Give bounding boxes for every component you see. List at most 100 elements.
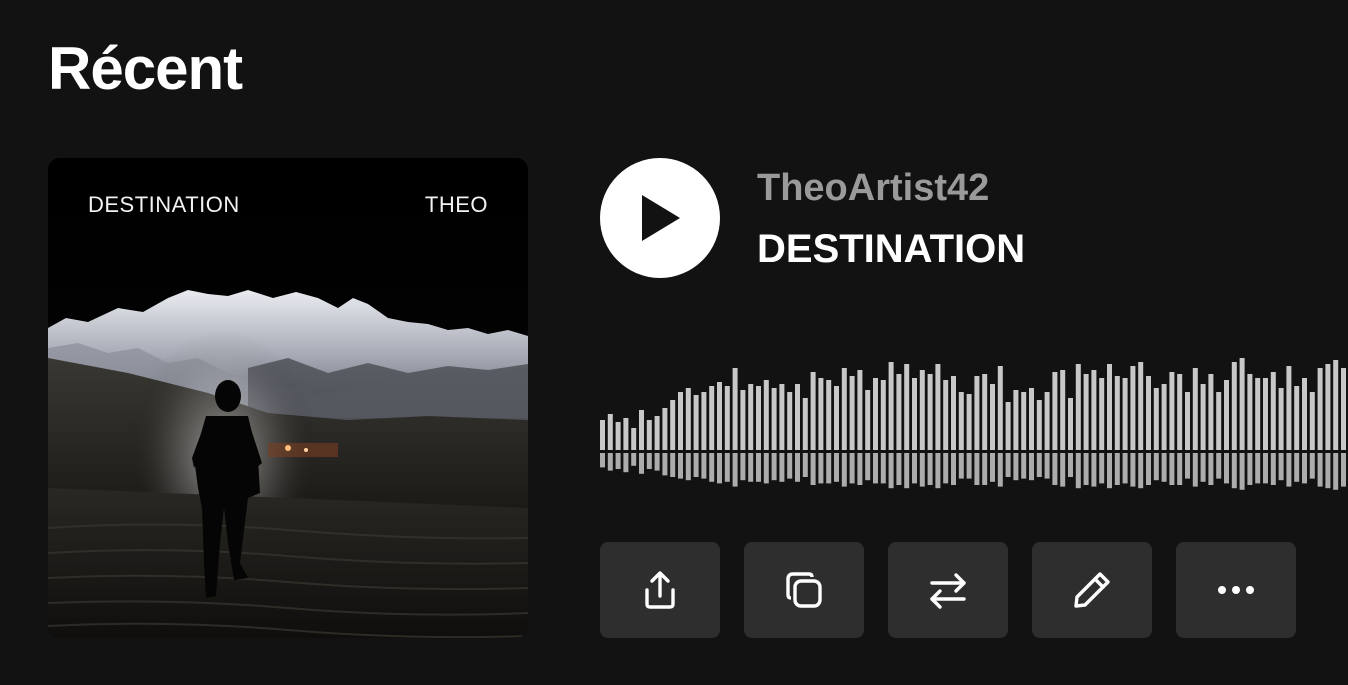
waveform-bar-bottom bbox=[1122, 453, 1128, 484]
waveform-bar-bottom bbox=[1231, 453, 1237, 489]
artist-name[interactable]: TheoArtist42 bbox=[757, 166, 989, 210]
waveform-bar-bottom bbox=[1114, 453, 1120, 485]
waveform-bar-top bbox=[974, 376, 980, 450]
edit-button[interactable] bbox=[1032, 542, 1152, 638]
waveform-bar-bottom bbox=[974, 453, 980, 485]
waveform-bar-top bbox=[1325, 364, 1331, 450]
waveform-bar-bottom bbox=[1161, 453, 1167, 482]
action-bar bbox=[600, 542, 1296, 638]
waveform-bar-bottom bbox=[685, 453, 691, 481]
waveform-bar-top bbox=[880, 380, 886, 450]
waveform-bar-top bbox=[1231, 362, 1237, 450]
waveform-bar-top bbox=[1192, 368, 1198, 450]
waveform-bar-top bbox=[943, 380, 949, 450]
waveform-bar-top bbox=[1153, 388, 1159, 450]
waveform-bar-top bbox=[982, 374, 988, 450]
duplicate-button[interactable] bbox=[744, 542, 864, 638]
waveform-bar-top bbox=[771, 388, 777, 450]
waveform-bar-bottom bbox=[802, 453, 808, 477]
waveform-bar-bottom bbox=[958, 453, 964, 479]
waveform[interactable] bbox=[600, 340, 1348, 500]
copy-icon bbox=[786, 572, 822, 608]
waveform-bar-top bbox=[732, 368, 738, 450]
waveform-bar-top bbox=[1161, 384, 1167, 450]
waveform-bar-top bbox=[1021, 392, 1027, 450]
waveform-bar-bottom bbox=[834, 453, 839, 482]
waveform-bar-top bbox=[756, 386, 761, 450]
waveform-bar-top bbox=[1122, 378, 1128, 450]
waveform-bar-bottom bbox=[1239, 453, 1245, 490]
waveform-bar-top bbox=[834, 386, 839, 450]
waveform-bar-bottom bbox=[896, 453, 902, 485]
waveform-bar-bottom bbox=[771, 453, 777, 481]
waveform-bar-bottom bbox=[1169, 453, 1175, 485]
waveform-bar-top bbox=[717, 382, 722, 450]
waveform-bar-bottom bbox=[1091, 453, 1097, 487]
waveform-bar-top bbox=[951, 376, 956, 450]
waveform-bar-top bbox=[1278, 388, 1284, 450]
waveform-bar-top bbox=[1169, 372, 1175, 450]
waveform-bar-top bbox=[1013, 390, 1019, 450]
waveform-bar-bottom bbox=[779, 453, 785, 482]
waveform-bar-bottom bbox=[873, 453, 878, 484]
waveform-bar-bottom bbox=[927, 453, 933, 485]
waveform-bar-top bbox=[685, 388, 691, 450]
pencil-icon bbox=[1074, 572, 1110, 608]
waveform-bar-bottom bbox=[1216, 453, 1222, 479]
more-button[interactable] bbox=[1176, 542, 1296, 638]
waveform-bar-top bbox=[1309, 392, 1315, 450]
waveform-bar-bottom bbox=[990, 453, 995, 482]
waveform-bar-top bbox=[1114, 376, 1120, 450]
waveform-bar-bottom bbox=[646, 453, 652, 469]
waveform-bar-top bbox=[1239, 358, 1245, 450]
waveform-bar-top bbox=[849, 376, 855, 450]
waveform-bar-top bbox=[1185, 392, 1190, 450]
waveform-bar-top bbox=[990, 384, 995, 450]
cover-art bbox=[48, 158, 528, 638]
waveform-bar-bottom bbox=[826, 453, 832, 484]
waveform-bar-bottom bbox=[724, 453, 730, 482]
waveform-bar-bottom bbox=[1286, 453, 1292, 487]
waveform-bar-bottom bbox=[857, 453, 863, 485]
waveform-bar-bottom bbox=[912, 453, 917, 484]
waveform-bar-bottom bbox=[732, 453, 738, 487]
waveform-bar-bottom bbox=[1138, 453, 1144, 489]
waveform-bar-bottom bbox=[748, 453, 754, 482]
waveform-bar-top bbox=[654, 416, 660, 450]
waveform-bar-top bbox=[1286, 366, 1292, 450]
waveform-bar-bottom bbox=[763, 453, 769, 484]
waveform-bar-top bbox=[748, 384, 754, 450]
waveform-bar-top bbox=[631, 428, 637, 450]
waveform-bar-bottom bbox=[1278, 453, 1284, 481]
waveform-bar-bottom bbox=[654, 453, 660, 471]
swap-button[interactable] bbox=[888, 542, 1008, 638]
waveform-bar-bottom bbox=[1083, 453, 1089, 485]
waveform-bar-bottom bbox=[1294, 453, 1300, 482]
album-cover[interactable]: DESTINATION THEO bbox=[48, 158, 528, 638]
waveform-bar-top bbox=[740, 390, 746, 450]
waveform-bar-bottom bbox=[997, 453, 1003, 487]
share-button[interactable] bbox=[600, 542, 720, 638]
waveform-bar-top bbox=[787, 392, 793, 450]
play-button[interactable] bbox=[600, 158, 720, 278]
waveform-bar-top bbox=[1005, 402, 1011, 450]
waveform-bar-bottom bbox=[1044, 453, 1050, 479]
waveform-bar-top bbox=[826, 380, 832, 450]
track-title[interactable]: DESTINATION bbox=[757, 226, 1025, 272]
waveform-bar-top bbox=[810, 372, 816, 450]
waveform-bar-top bbox=[623, 418, 629, 450]
waveform-bar-top bbox=[841, 368, 847, 450]
waveform-bar-top bbox=[927, 374, 933, 450]
waveform-bar-bottom bbox=[1075, 453, 1081, 489]
waveform-bar-bottom bbox=[1052, 453, 1058, 485]
waveform-bar-bottom bbox=[1146, 453, 1151, 485]
waveform-bar-bottom bbox=[607, 453, 613, 471]
waveform-bar-bottom bbox=[1153, 453, 1159, 481]
waveform-bar-top bbox=[600, 420, 605, 450]
waveform-bar-top bbox=[1068, 398, 1073, 450]
waveform-bar-bottom bbox=[787, 453, 793, 479]
waveform-bar-bottom bbox=[841, 453, 847, 487]
waveform-bar-top bbox=[1294, 386, 1300, 450]
waveform-bar-bottom bbox=[639, 453, 644, 474]
waveform-bar-top bbox=[1317, 368, 1323, 450]
